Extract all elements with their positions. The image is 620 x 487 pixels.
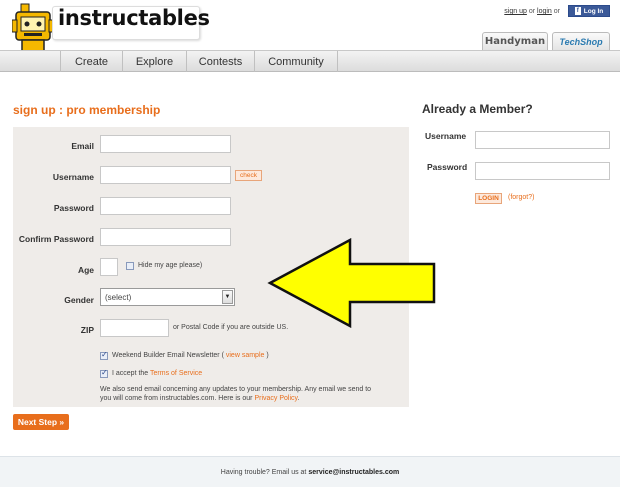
email-field[interactable] bbox=[100, 135, 231, 153]
gender-select-value: (select) bbox=[105, 292, 132, 302]
confirm-password-label: Confirm Password bbox=[18, 234, 94, 244]
member-title: Already a Member? bbox=[422, 102, 533, 116]
footer-text: Having trouble? Email us at bbox=[220, 468, 307, 476]
nav-item-contests[interactable]: Contests bbox=[186, 51, 254, 72]
handyman-partner-tab[interactable]: Handyman bbox=[482, 32, 548, 50]
newsletter-checkbox[interactable] bbox=[100, 350, 108, 360]
logo-wordmark[interactable]: instructables bbox=[58, 6, 210, 30]
member-username-field[interactable] bbox=[475, 131, 610, 149]
zip-field[interactable] bbox=[100, 319, 169, 337]
terms-text: I accept the bbox=[112, 370, 149, 377]
nav-item-community[interactable]: Community bbox=[254, 51, 338, 72]
terms-checkbox[interactable] bbox=[100, 368, 108, 378]
forgot-password-link[interactable]: (forgot?) bbox=[508, 194, 534, 201]
next-step-button[interactable]: Next Step » bbox=[13, 414, 69, 430]
hide-age-checkbox[interactable] bbox=[126, 262, 134, 270]
age-field[interactable] bbox=[100, 258, 118, 276]
member-password-field[interactable] bbox=[475, 162, 610, 180]
email-notice-text: you will come from instructables.com. He… bbox=[100, 395, 253, 402]
member-password-label: Password bbox=[427, 162, 468, 172]
nav-item-create[interactable]: Create bbox=[60, 51, 122, 72]
login-link[interactable]: login bbox=[537, 8, 552, 15]
view-sample-link[interactable]: view sample bbox=[226, 352, 265, 359]
confirm-password-field[interactable] bbox=[100, 228, 231, 246]
account-links: sign up or login or bbox=[504, 8, 560, 15]
nav-item-explore[interactable]: Explore bbox=[122, 51, 186, 72]
page-title: sign up : pro membership bbox=[13, 103, 161, 117]
site-header: instructables sign up or login or f Log … bbox=[0, 0, 620, 62]
footer-email-link[interactable]: service@instructables.com bbox=[308, 469, 399, 476]
or-text-1: or bbox=[528, 8, 536, 15]
facebook-icon: f bbox=[574, 7, 581, 15]
gender-select[interactable]: (select) ▼ bbox=[100, 288, 235, 306]
password-field[interactable] bbox=[100, 197, 231, 215]
gender-label: Gender bbox=[64, 295, 94, 305]
password-label: Password bbox=[53, 203, 94, 213]
yellow-arrow-annotation bbox=[267, 238, 436, 328]
signup-link[interactable]: sign up bbox=[504, 8, 527, 15]
email-label: Email bbox=[71, 141, 94, 151]
newsletter-text: Weekend Builder Email Newsletter ( bbox=[112, 352, 224, 359]
facebook-login-label: Log In bbox=[583, 7, 604, 15]
email-notice-line-1: We also send email concerning any update… bbox=[100, 386, 372, 393]
terms-label: I accept the Terms of Service bbox=[112, 370, 202, 377]
hide-age-label: Hide my age please) bbox=[138, 262, 203, 269]
member-username-label: Username bbox=[425, 131, 467, 141]
newsletter-close: ) bbox=[266, 352, 269, 359]
techshop-partner-tab[interactable]: TechShop bbox=[552, 32, 610, 50]
terms-of-service-link[interactable]: Terms of Service bbox=[150, 370, 202, 377]
username-label: Username bbox=[52, 172, 94, 182]
privacy-policy-link[interactable]: Privacy Policy bbox=[254, 395, 297, 402]
footer: Having trouble? Email us at service@inst… bbox=[0, 456, 620, 487]
chevron-down-icon[interactable]: ▼ bbox=[222, 290, 233, 304]
email-notice-line-2: you will come from instructables.com. He… bbox=[100, 395, 300, 402]
login-button[interactable]: LOGIN bbox=[475, 193, 502, 204]
zip-label: ZIP bbox=[80, 325, 94, 335]
or-text-2: or bbox=[553, 8, 560, 15]
newsletter-label: Weekend Builder Email Newsletter ( view … bbox=[112, 352, 269, 359]
age-label: Age bbox=[77, 265, 94, 275]
main-nav: Create Explore Contests Community bbox=[0, 50, 620, 72]
facebook-login-button[interactable]: f Log In bbox=[568, 5, 610, 17]
username-field[interactable] bbox=[100, 166, 231, 184]
check-username-button[interactable]: check bbox=[235, 170, 262, 181]
